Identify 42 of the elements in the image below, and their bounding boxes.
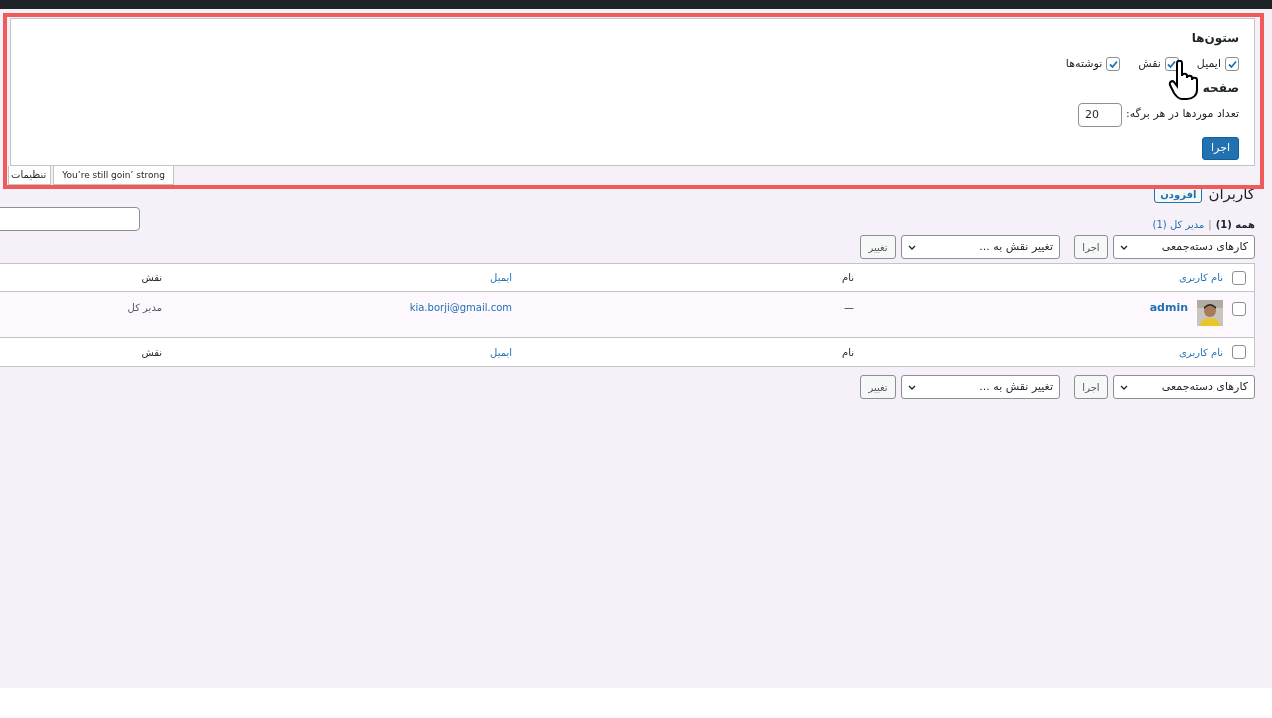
page-title: کاربران: [1208, 183, 1255, 205]
username-link[interactable]: admin: [1149, 300, 1188, 317]
dolly-text: You’re still goin’ strong: [53, 166, 174, 185]
apply-button[interactable]: اجرا: [1074, 235, 1108, 259]
column-header: نام: [841, 345, 854, 360]
bulk-action-dropdown[interactable]: کارهای دسته‌جمعی: [1113, 235, 1255, 259]
column-header[interactable]: ایمیل: [490, 270, 512, 285]
column-header[interactable]: ایمیل: [490, 344, 512, 360]
screen-options-tab[interactable]: تنظیمات: [8, 166, 52, 185]
filter-link[interactable]: همه (1): [1215, 216, 1255, 232]
per-page-field[interactable]: 20: [1077, 102, 1122, 127]
filter-link[interactable]: مدیر کل (1): [1152, 216, 1205, 232]
checkbox[interactable]: [1232, 345, 1246, 359]
section-heading: صفحه: [1201, 79, 1239, 97]
column-header[interactable]: نام کاربری: [1179, 344, 1223, 360]
field-label: تعداد موردها در هر برگه:: [1125, 106, 1239, 123]
caret-icon: [908, 244, 916, 250]
section-heading: ستون‌ها: [1190, 30, 1239, 47]
column-header: نام: [841, 271, 854, 285]
apply-button[interactable]: اجرا: [1074, 375, 1108, 399]
caret-icon: [908, 384, 916, 390]
table-cell: مدیر کل: [127, 302, 162, 313]
column-header: نقش: [141, 271, 162, 285]
checkbox[interactable]: [1225, 57, 1239, 72]
separator: |: [1208, 217, 1212, 232]
checkbox[interactable]: [1232, 302, 1246, 316]
email-link[interactable]: kia.borji@gmail.com: [409, 302, 512, 313]
change-button[interactable]: تغییر: [860, 375, 896, 399]
column-toggle[interactable]: نوشته‌ها: [1065, 56, 1121, 73]
caret-icon: [1120, 244, 1128, 250]
column-toggle[interactable]: ایمیل: [1196, 56, 1239, 73]
role-dropdown[interactable]: تغییر نقش به ...: [901, 375, 1060, 399]
caret-icon: [1120, 384, 1128, 390]
role-dropdown[interactable]: تغییر نقش به ...: [901, 235, 1060, 259]
table-cell: —: [844, 302, 854, 313]
checkbox[interactable]: [1232, 270, 1246, 285]
bulk-action-dropdown[interactable]: کارهای دسته‌جمعی: [1113, 375, 1255, 399]
change-button[interactable]: تغییر: [860, 235, 896, 259]
column-header[interactable]: نام کاربری: [1179, 270, 1223, 285]
column-header: نقش: [141, 345, 162, 360]
apply-button[interactable]: اجرا: [1202, 136, 1239, 160]
checkbox[interactable]: [1106, 57, 1121, 72]
